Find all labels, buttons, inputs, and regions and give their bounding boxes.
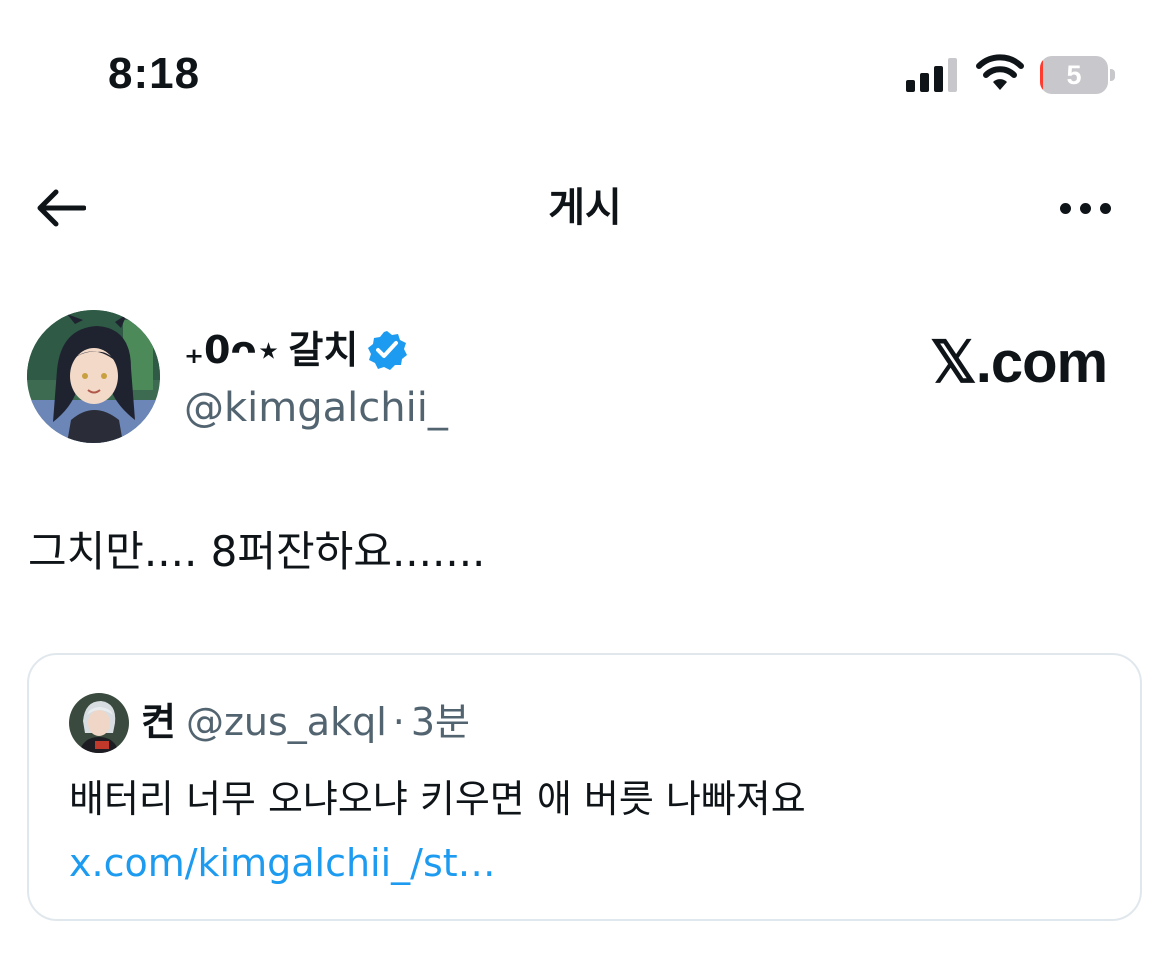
quoted-post-body: 배터리 너무 오냐오냐 키우면 애 버릇 나빠져요: [69, 777, 806, 821]
wifi-icon: [976, 54, 1024, 90]
quoted-author-handle: @zus_akql: [185, 700, 387, 744]
author-name-prefix: ₊0ᴖ⋆: [184, 328, 281, 372]
verified-badge-icon: [368, 331, 408, 370]
post-text: 그치만.... 8퍼잔하요.......: [28, 527, 486, 576]
ellipsis-icon: [1059, 202, 1071, 214]
quoted-author-name: 켠: [141, 700, 176, 744]
avatar-image: [27, 310, 160, 443]
quoted-post-link[interactable]: x.com/kimgalchii_/st…: [69, 841, 496, 885]
x-logo: 𝕏.com: [930, 330, 1108, 395]
battery-level: 5: [1066, 60, 1082, 90]
page-title: 게시: [548, 185, 622, 231]
quoted-post-header: 켠 @zus_akql · 3분: [141, 697, 470, 747]
battery-body: 5: [1040, 56, 1108, 94]
battery-indicator: 5: [1040, 56, 1116, 94]
author-display-name: 갈치: [288, 328, 359, 372]
ellipsis-icon-dot: [1079, 202, 1091, 214]
battery-cap: [1110, 69, 1115, 81]
quoted-post-time: 3분: [410, 700, 471, 744]
cellular-signal-icon: [906, 58, 957, 92]
quoted-separator: ·: [392, 700, 405, 744]
author-avatar[interactable]: [27, 310, 160, 443]
author-name[interactable]: ₊0ᴖ⋆ 갈치: [184, 326, 408, 374]
quoted-post-card[interactable]: 켠 @zus_akql · 3분 배터리 너무 오냐오냐 키우면 애 버릇 나빠져요 …: [27, 653, 1142, 921]
quoted-avatar-image: [69, 693, 129, 753]
more-options-button[interactable]: [1050, 186, 1120, 230]
author-handle[interactable]: @kimgalchii_: [184, 382, 448, 434]
quoted-author-avatar: [69, 693, 129, 753]
status-time: 8:18: [108, 49, 201, 98]
ellipsis-icon-dot: [1099, 202, 1111, 214]
quoted-post-text: 배터리 너무 오냐오냐 키우면 애 버릇 나빠져요 x.com/kimgalch…: [69, 767, 1069, 895]
